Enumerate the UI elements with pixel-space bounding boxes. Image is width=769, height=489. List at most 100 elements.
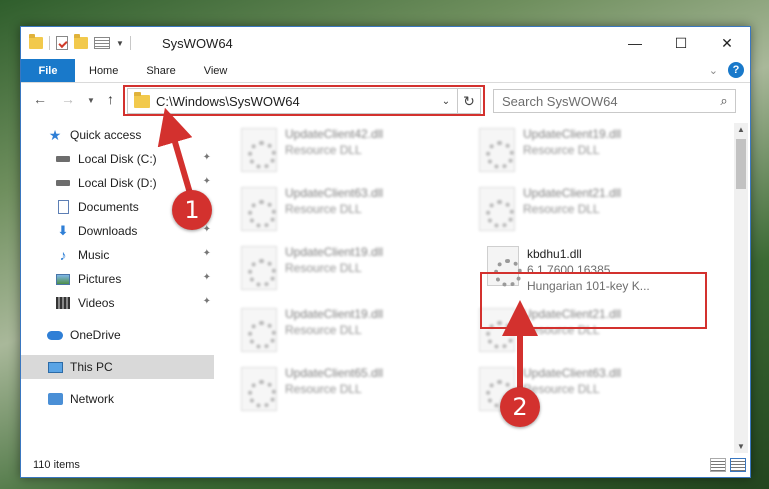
toolbar-divider (49, 36, 50, 50)
sidebar-item-local-disk-c[interactable]: Local Disk (C:) ✦ (55, 147, 213, 171)
sidebar-item-pictures[interactable]: Pictures ✦ (55, 267, 213, 291)
folder-icon (29, 34, 43, 49)
star-icon: ★ (48, 126, 62, 143)
pin-icon[interactable]: ✦ (203, 296, 211, 307)
title-bar: ▼ SysWOW64 — ☐ ✕ (21, 27, 750, 59)
sidebar-item-label: Downloads (78, 224, 138, 238)
file-item[interactable]: UpdateClient63.dll Resource DLL (233, 183, 453, 239)
search-icon[interactable]: ⌕ (713, 93, 735, 109)
properties-icon[interactable] (56, 36, 68, 50)
large-icons-view-icon[interactable] (730, 458, 746, 472)
details-view-icon[interactable] (710, 458, 726, 472)
file-type: Resource DLL (285, 261, 362, 275)
file-item[interactable]: UpdateClient42.dll Resource DLL (233, 124, 453, 180)
dll-file-icon (241, 308, 277, 352)
status-bar: 110 items (21, 453, 750, 477)
pin-icon[interactable]: ✦ (203, 152, 211, 163)
sidebar-item-quick-access[interactable]: ★ Quick access (47, 123, 240, 147)
sidebar-item-label: Local Disk (D:) (78, 176, 157, 190)
recent-locations-icon[interactable]: ▼ (87, 96, 95, 105)
explorer-window: ▼ SysWOW64 — ☐ ✕ File Home Share View ⌄ … (20, 26, 751, 478)
sidebar-item-label: OneDrive (70, 328, 121, 342)
quick-access-toolbar: ▼ (29, 34, 131, 51)
customize-toolbar-icon[interactable]: ▼ (116, 39, 124, 48)
file-highlight-box (480, 272, 707, 329)
window-title: SysWOW64 (162, 36, 233, 51)
sidebar-item-label: This PC (70, 360, 113, 374)
file-name: kbdhu1.dll (527, 247, 582, 261)
file-name: UpdateClient19.dll (523, 127, 622, 141)
file-name: UpdateClient21.dll (523, 186, 622, 200)
step-1-marker: 1 (172, 190, 212, 230)
sidebar-item-label: Documents (78, 200, 139, 214)
file-item[interactable]: UpdateClient65.dll Resource DLL (233, 363, 453, 419)
forward-arrow-icon[interactable]: → (61, 91, 75, 107)
sidebar-item-videos[interactable]: Videos ✦ (55, 291, 213, 315)
file-list: UpdateClient42.dll Resource DLL UpdateCli… (221, 118, 731, 453)
vertical-scrollbar[interactable]: ▲ ▼ (734, 123, 748, 453)
scroll-up-icon[interactable]: ▲ (734, 125, 748, 134)
search-box[interactable]: Search SysWOW64 ⌕ (493, 89, 736, 113)
file-type: Resource DLL (523, 202, 600, 216)
music-icon: ♪ (59, 247, 67, 263)
sidebar-item-label: Music (78, 248, 110, 262)
file-name: UpdateClient19.dll (285, 245, 384, 259)
scrollbar-thumb[interactable] (736, 139, 746, 189)
file-type: Resource DLL (285, 202, 362, 216)
back-arrow-icon[interactable]: ← (33, 91, 47, 107)
file-item[interactable]: UpdateClient19.dll Resource DLL (233, 242, 453, 298)
pin-icon[interactable]: ✦ (203, 248, 211, 259)
sidebar-item-this-pc[interactable]: This PC (21, 355, 214, 379)
step-2-marker: 2 (500, 387, 540, 427)
view-options-icon[interactable] (94, 37, 110, 49)
window-controls: — ☐ ✕ (612, 27, 750, 59)
file-type: Resource DLL (523, 382, 600, 396)
toolbar-divider (129, 36, 131, 50)
sidebar-item-music[interactable]: ♪ Music ✦ (55, 243, 213, 267)
file-item[interactable]: UpdateClient19.dll Resource DLL (233, 304, 453, 360)
sidebar-item-onedrive[interactable]: OneDrive (47, 323, 213, 347)
videos-icon (55, 296, 71, 310)
search-input[interactable]: Search SysWOW64 (502, 94, 713, 109)
download-icon: ⬇ (57, 223, 69, 238)
file-type: Resource DLL (285, 143, 362, 157)
dll-file-icon (479, 187, 515, 231)
sidebar-item-label: Videos (78, 296, 115, 310)
pin-icon[interactable]: ✦ (203, 272, 211, 283)
sidebar-item-label: Quick access (70, 128, 142, 142)
tab-home[interactable]: Home (75, 59, 132, 82)
tab-share[interactable]: Share (132, 59, 189, 82)
pin-icon[interactable]: ✦ (203, 176, 211, 187)
disk-icon (55, 152, 71, 166)
file-name: UpdateClient19.dll (285, 307, 384, 321)
new-folder-icon[interactable] (74, 34, 88, 49)
item-count: 110 items (33, 459, 80, 471)
dll-file-icon (241, 187, 277, 231)
ribbon-right-controls: ⌄ ? (709, 62, 744, 78)
tab-file[interactable]: File (21, 59, 75, 82)
network-icon (47, 392, 63, 406)
up-arrow-icon[interactable]: ↑ (107, 91, 114, 107)
dll-file-icon (241, 128, 277, 172)
pc-icon (47, 360, 63, 374)
ribbon-tabs: File Home Share View ⌄ ? (21, 59, 750, 83)
disk-icon (55, 176, 71, 190)
help-icon[interactable]: ? (728, 62, 744, 78)
sidebar-item-network[interactable]: Network (47, 387, 213, 411)
file-item[interactable]: UpdateClient21.dll Resource DLL (471, 183, 691, 239)
scroll-down-icon[interactable]: ▼ (734, 442, 748, 451)
file-name: UpdateClient42.dll (285, 127, 384, 141)
minimize-button[interactable]: — (612, 27, 658, 59)
maximize-button[interactable]: ☐ (658, 27, 704, 59)
file-type: Resource DLL (285, 323, 362, 337)
dll-file-icon (479, 128, 515, 172)
file-name: UpdateClient65.dll (285, 366, 384, 380)
close-button[interactable]: ✕ (704, 27, 750, 59)
file-item[interactable]: UpdateClient19.dll Resource DLL (471, 124, 691, 180)
dll-file-icon (241, 367, 277, 411)
file-type: Resource DLL (285, 382, 362, 396)
cloud-icon (47, 328, 63, 342)
tab-view[interactable]: View (190, 59, 242, 82)
file-name: UpdateClient63.dll (523, 366, 622, 380)
expand-ribbon-icon[interactable]: ⌄ (709, 64, 718, 77)
